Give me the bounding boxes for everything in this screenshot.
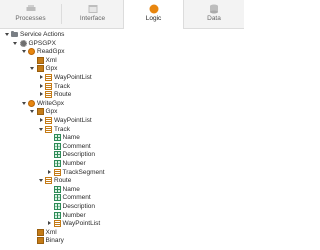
attribute-icon bbox=[53, 160, 61, 167]
tree-item[interactable]: Binary bbox=[30, 236, 64, 245]
interface-icon bbox=[88, 5, 97, 13]
logic-icon bbox=[149, 4, 158, 14]
structure-icon bbox=[36, 228, 44, 236]
tree-item-label: WayPointList bbox=[62, 220, 101, 228]
tab-interface-label: Interface bbox=[79, 15, 106, 22]
server-action-icon bbox=[28, 99, 35, 107]
chevron-down-icon[interactable] bbox=[38, 176, 44, 185]
attribute-icon bbox=[53, 211, 61, 219]
attribute-icon bbox=[53, 194, 61, 202]
tab-data[interactable]: Data bbox=[184, 0, 244, 28]
attribute-icon bbox=[53, 203, 61, 210]
tab-logic[interactable]: Logic bbox=[123, 0, 184, 29]
tab-logic-label: Logic bbox=[145, 15, 162, 22]
attribute-icon bbox=[53, 151, 61, 159]
tab-data-label: Data bbox=[207, 15, 221, 22]
tab-bar: Processes Interface Logic Data bbox=[0, 0, 244, 29]
module-icon bbox=[19, 39, 27, 47]
tab-processes-label: Processes bbox=[15, 15, 46, 22]
list-icon bbox=[53, 168, 61, 176]
list-icon bbox=[45, 117, 52, 124]
chevron-down-icon[interactable] bbox=[4, 30, 10, 39]
attribute-icon bbox=[53, 185, 61, 193]
attribute-icon bbox=[53, 134, 61, 142]
chevron-down-icon[interactable] bbox=[38, 125, 44, 134]
chevron-down-icon[interactable] bbox=[30, 64, 36, 73]
chevron-down-icon[interactable] bbox=[13, 39, 19, 48]
tab-processes[interactable]: Processes bbox=[0, 0, 61, 28]
structure-icon bbox=[36, 237, 44, 245]
tab-interface[interactable]: Interface bbox=[62, 0, 123, 28]
chevron-down-icon[interactable] bbox=[21, 99, 27, 108]
list-icon bbox=[53, 220, 61, 228]
folder-icon bbox=[11, 30, 18, 37]
list-icon bbox=[45, 177, 52, 185]
chevron-down-icon[interactable] bbox=[21, 47, 27, 56]
chevron-down-icon[interactable] bbox=[30, 107, 36, 116]
list-icon bbox=[45, 125, 52, 133]
list-icon bbox=[45, 91, 52, 99]
structure-icon bbox=[36, 108, 44, 116]
structure-icon bbox=[36, 56, 44, 64]
server-action-icon bbox=[28, 48, 35, 56]
attribute-icon bbox=[53, 142, 61, 150]
list-icon bbox=[45, 82, 52, 90]
data-icon bbox=[210, 4, 218, 14]
tree-item-label: Binary bbox=[45, 237, 64, 245]
structure-icon bbox=[36, 65, 44, 73]
list-icon bbox=[45, 74, 52, 81]
processes-icon bbox=[26, 5, 35, 11]
